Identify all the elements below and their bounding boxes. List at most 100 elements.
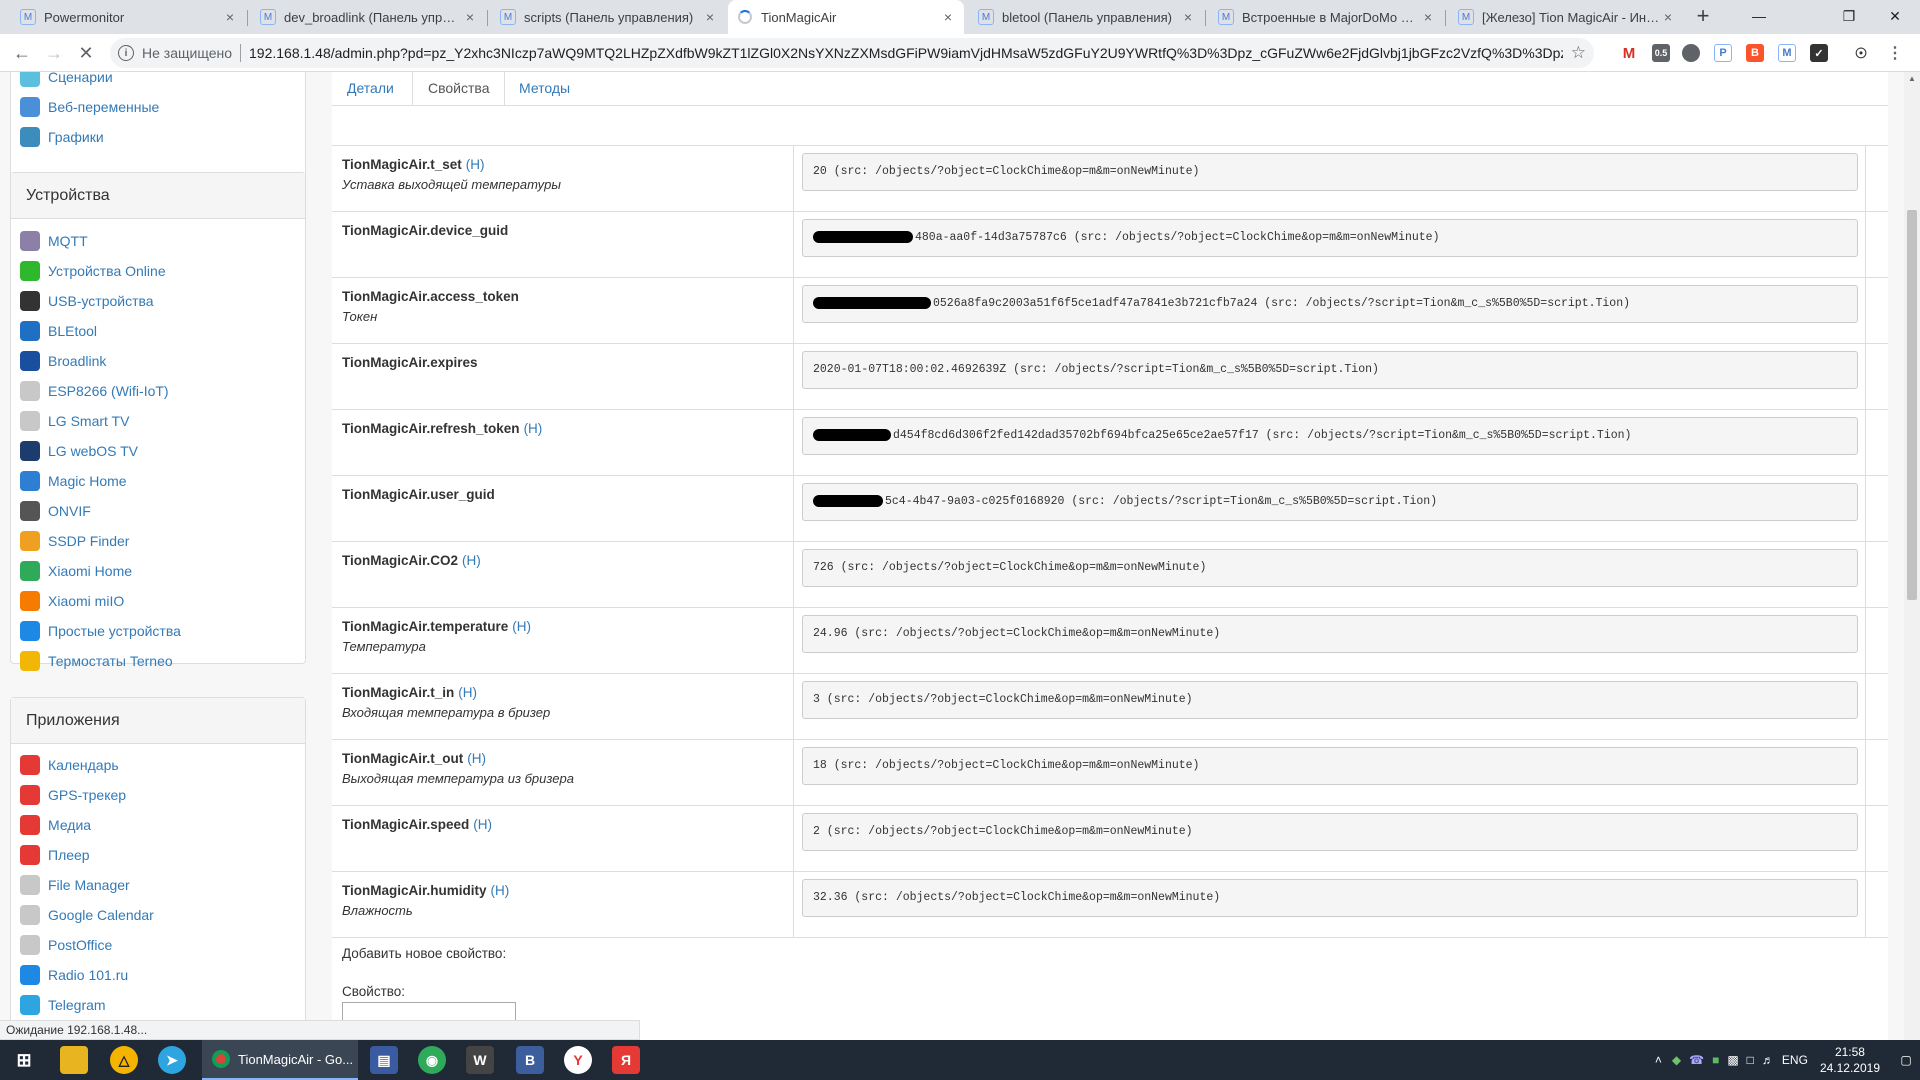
sidebar-item[interactable]: Веб-переменные (20, 95, 159, 119)
shield-extension-icon[interactable]: B (1746, 44, 1764, 62)
history-link[interactable]: (H) (466, 157, 485, 172)
property-name[interactable]: TionMagicAir.t_out (342, 751, 463, 766)
page-scrollbar[interactable]: ▲ (1904, 72, 1920, 1040)
property-name[interactable]: TionMagicAir.user_guid (342, 487, 495, 502)
history-link[interactable]: (H) (512, 619, 531, 634)
sidebar-item[interactable]: Сценарии (20, 72, 113, 89)
address-bar[interactable]: i Не защищено 192.168.1.48/admin.php?pd=… (110, 38, 1594, 68)
menu-icon[interactable]: ⋮ (1886, 44, 1904, 62)
sidebar-item[interactable]: Плеер (20, 843, 90, 867)
world-of-tanks-icon[interactable]: W (466, 1046, 494, 1074)
browser-tab[interactable]: Mdev_broadlink (Панель управлен × (250, 0, 486, 34)
taskbar-chrome-window[interactable]: TionMagicAir - Go... (202, 1040, 358, 1080)
property-value-field[interactable]: 726 (src: /objects/?object=ClockChime&op… (802, 549, 1858, 587)
check-extension-icon[interactable]: ✓ (1810, 44, 1828, 62)
property-value-field[interactable]: 20 (src: /objects/?object=ClockChime&op=… (802, 153, 1858, 191)
tray-printer-icon[interactable]: ▩ (1727, 1053, 1738, 1067)
sidebar-item[interactable]: Устройства Online (20, 259, 166, 283)
tray-language[interactable]: ENG (1782, 1053, 1808, 1067)
browser-tab[interactable]: M Powermonitor × (10, 0, 246, 34)
sidebar-item[interactable]: Медиа (20, 813, 91, 837)
tray-viber-icon[interactable]: ☎ (1689, 1053, 1704, 1067)
property-value-field[interactable]: 2020-01-07T18:00:02.4692639Z (src: /obje… (802, 351, 1858, 389)
save-app-icon[interactable]: ▤ (370, 1046, 398, 1074)
back-icon[interactable]: ← (8, 39, 36, 67)
history-link[interactable]: (H) (458, 685, 477, 700)
property-value-field[interactable]: 2 (src: /objects/?object=ClockChime&op=m… (802, 813, 1858, 851)
history-link[interactable]: (H) (524, 421, 543, 436)
property-value-field[interactable]: 5c4-4b47-9a03-c025f0168920 (src: /object… (802, 483, 1858, 521)
file-explorer-icon[interactable] (60, 1046, 88, 1074)
notifications-icon[interactable]: ▢ (1892, 1040, 1920, 1080)
b-app-icon[interactable]: B (516, 1046, 544, 1074)
sidebar-item[interactable]: Xiaomi Home (20, 559, 132, 583)
close-window-button[interactable]: ✕ (1872, 0, 1918, 32)
tab-details[interactable]: Детали (332, 72, 409, 106)
property-name[interactable]: TionMagicAir.t_in (342, 685, 454, 700)
sidebar-item[interactable]: Telegram (20, 993, 106, 1017)
sidebar-item[interactable]: Google Calendar (20, 903, 154, 927)
camera-extension-icon[interactable] (1682, 44, 1700, 62)
sidebar-item[interactable]: GPS-трекер (20, 783, 126, 807)
extension-badge-icon[interactable]: 0.5 (1652, 44, 1670, 62)
browser-tab[interactable]: Mbletool (Панель управления) × (968, 0, 1204, 34)
tray-clock[interactable]: 21:58 24.12.2019 (1820, 1044, 1880, 1076)
warning-app-icon[interactable]: △ (110, 1046, 138, 1074)
eye-app-icon[interactable]: ◉ (418, 1046, 446, 1074)
sidebar-item[interactable]: File Manager (20, 873, 130, 897)
property-name[interactable]: TionMagicAir.expires (342, 355, 478, 370)
sidebar-item[interactable]: Xiaomi miIO (20, 589, 124, 613)
tray-leaf-icon[interactable]: ◆ (1672, 1053, 1681, 1067)
bookmark-star-icon[interactable]: ☆ (1571, 43, 1586, 63)
property-name[interactable]: TionMagicAir.humidity (342, 883, 487, 898)
scroll-up-icon[interactable]: ▲ (1908, 74, 1916, 83)
incognito-profile-icon[interactable]: ☉ (1852, 44, 1870, 62)
windows-start-icon[interactable]: ⊞ (10, 1046, 38, 1074)
tab-properties[interactable]: Свойства (412, 72, 506, 106)
tab-close-icon[interactable]: × (1420, 9, 1436, 25)
tray-volume-icon[interactable]: ♬ (1762, 1053, 1774, 1067)
tab-close-icon[interactable]: × (1660, 9, 1676, 25)
history-link[interactable]: (H) (491, 883, 510, 898)
scrollbar-thumb[interactable] (1907, 210, 1917, 600)
property-name[interactable]: TionMagicAir.speed (342, 817, 469, 832)
browser-tab[interactable]: M [Железо] Tion MagicAir - Интер × (1448, 0, 1684, 34)
tab-methods[interactable]: Методы (504, 72, 585, 106)
sidebar-item[interactable]: Broadlink (20, 349, 106, 373)
property-value-field[interactable]: 0526a8fa9c2003a51f6f5ce1adf47a7841e3b721… (802, 285, 1858, 323)
tab-close-icon[interactable]: × (1180, 9, 1196, 25)
property-value-field[interactable]: 24.96 (src: /objects/?object=ClockChime&… (802, 615, 1858, 653)
sidebar-item[interactable]: MQTT (20, 229, 88, 253)
sidebar-item[interactable]: Графики (20, 125, 104, 149)
sidebar-item[interactable]: LG Smart TV (20, 409, 129, 433)
property-value-field[interactable]: 32.36 (src: /objects/?object=ClockChime&… (802, 879, 1858, 917)
tab-close-icon[interactable]: × (222, 9, 238, 25)
tab-close-icon[interactable]: × (462, 9, 478, 25)
browser-tab[interactable]: Mscripts (Панель управления) × (490, 0, 726, 34)
gmail-extension-icon[interactable]: M (1620, 44, 1638, 62)
stop-loading-icon[interactable]: ✕ (72, 39, 100, 67)
sidebar-item[interactable]: Календарь (20, 753, 119, 777)
url-text[interactable]: 192.168.1.48/admin.php?pd=pz_Y2xhc3NIczp… (249, 45, 1563, 61)
browser-tab[interactable]: TionMagicAir × (728, 0, 964, 34)
tray-kaspersky-icon[interactable]: ■ (1712, 1053, 1719, 1067)
property-value-field[interactable]: 18 (src: /objects/?object=ClockChime&op=… (802, 747, 1858, 785)
sidebar-item[interactable]: Простые устройства (20, 619, 181, 643)
property-name[interactable]: TionMagicAir.temperature (342, 619, 508, 634)
tab-close-icon[interactable]: × (940, 9, 956, 25)
property-name[interactable]: TionMagicAir.refresh_token (342, 421, 520, 436)
sidebar-item[interactable]: ESP8266 (Wifi-IoT) (20, 379, 169, 403)
yandex-icon[interactable]: Я (612, 1046, 640, 1074)
minimize-window-button[interactable]: — (1736, 0, 1782, 32)
info-icon[interactable]: i (118, 45, 134, 61)
browser-tab[interactable]: M Встроенные в MajorDoMo функ × (1208, 0, 1444, 34)
property-value-field[interactable]: 3 (src: /objects/?object=ClockChime&op=m… (802, 681, 1858, 719)
sidebar-item[interactable]: USB-устройства (20, 289, 154, 313)
restore-window-button[interactable]: ❐ (1826, 0, 1872, 32)
majordomo-extension-icon[interactable]: M (1778, 44, 1796, 62)
tray-chevron-icon[interactable]: ˄ (1655, 1053, 1662, 1067)
sidebar-item[interactable]: LG webOS TV (20, 439, 138, 463)
sidebar-item[interactable]: ONVIF (20, 499, 91, 523)
history-link[interactable]: (H) (473, 817, 492, 832)
history-link[interactable]: (H) (467, 751, 486, 766)
